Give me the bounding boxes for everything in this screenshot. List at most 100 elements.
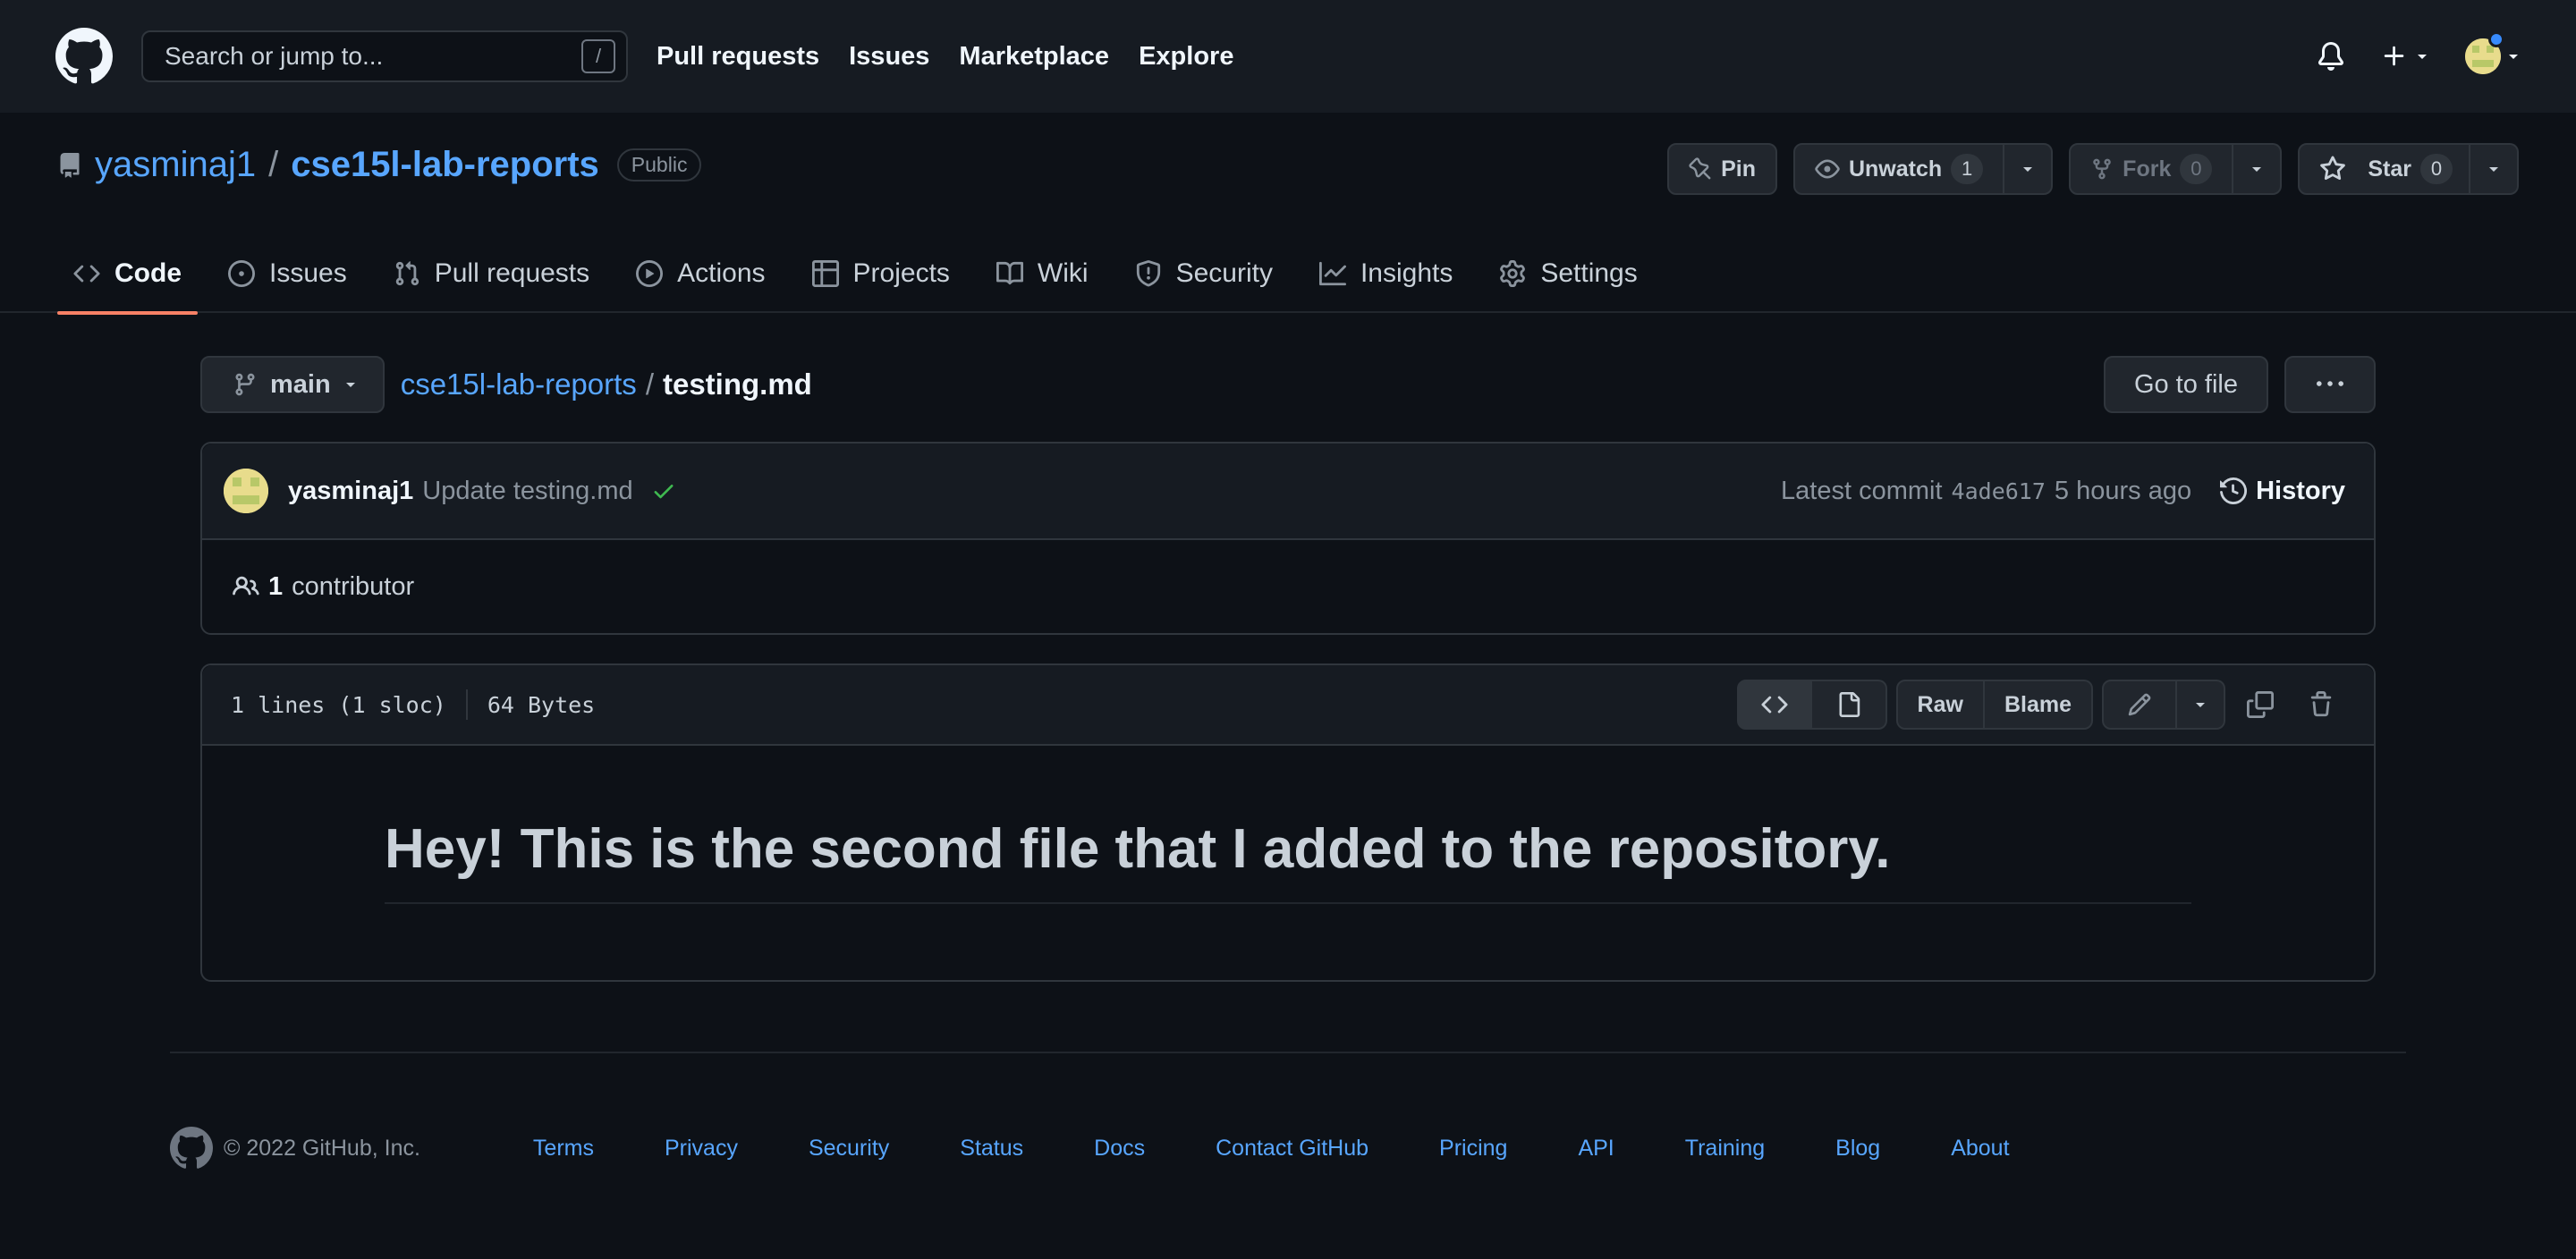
commit-meta: Latest commit 4ade617 5 hours ago Histor… [1781, 477, 2345, 506]
tab-security-label: Security [1175, 258, 1273, 288]
code-icon [73, 265, 100, 283]
commit-sha-link[interactable]: 4ade617 [1952, 478, 2046, 504]
edit-dropdown-button[interactable] [2177, 680, 2225, 730]
branch-icon [235, 373, 255, 396]
breadcrumb-repo-link[interactable]: cse15l-lab-reports [401, 368, 637, 401]
pin-button[interactable]: Pin [1667, 143, 1777, 195]
latest-commit-box: yasminaj1 Update testing.md Latest commi… [200, 442, 2376, 635]
footer-link-contact[interactable]: Contact GitHub [1216, 1136, 1368, 1162]
footer: © 2022 GitHub, Inc. Terms Privacy Securi… [170, 1052, 2406, 1169]
commit-author-link[interactable]: yasminaj1 [288, 477, 413, 506]
graph-icon [1318, 261, 1346, 286]
footer-link-blog[interactable]: Blog [1835, 1136, 1880, 1162]
footer-link-docs[interactable]: Docs [1094, 1136, 1145, 1162]
display-rendered-button[interactable] [1811, 680, 1887, 730]
watch-dropdown-button[interactable] [2004, 143, 2054, 195]
search-input[interactable]: Search or jump to... / [141, 30, 628, 82]
latest-commit-label: Latest commit [1781, 476, 1943, 505]
caret-down-icon [345, 383, 355, 387]
fork-dropdown-button[interactable] [2233, 143, 2283, 195]
footer-link-training[interactable]: Training [1685, 1136, 1765, 1162]
shield-icon [1136, 260, 1160, 287]
tab-actions-label: Actions [677, 258, 766, 288]
create-new-plus-icon[interactable] [2381, 43, 2429, 70]
book-icon [996, 261, 1023, 285]
tab-pull-requests-label: Pull requests [434, 258, 590, 288]
blame-button[interactable]: Blame [1984, 680, 2093, 730]
tab-code[interactable]: Code [57, 234, 198, 315]
footer-link-privacy[interactable]: Privacy [665, 1136, 738, 1162]
tab-wiki-label: Wiki [1037, 258, 1089, 288]
tab-pull-requests[interactable]: Pull requests [377, 234, 606, 313]
check-icon[interactable] [651, 478, 676, 503]
avatar[interactable] [224, 469, 268, 513]
fork-icon [2093, 158, 2111, 180]
footer-copyright: © 2022 GitHub, Inc. [170, 1127, 420, 1170]
edit-group [2102, 680, 2225, 730]
raw-button[interactable]: Raw [1895, 680, 1985, 730]
footer-link-pricing[interactable]: Pricing [1439, 1136, 1507, 1162]
tab-settings[interactable]: Settings [1483, 234, 1653, 313]
unwatch-button[interactable]: Unwatch 1 [1792, 143, 2005, 195]
star-icon [2320, 156, 2346, 181]
footer-link-security[interactable]: Security [809, 1136, 889, 1162]
branch-selector[interactable]: main [200, 356, 385, 413]
tab-actions[interactable]: Actions [620, 234, 781, 313]
nav-explore[interactable]: Explore [1139, 42, 1233, 72]
caret-down-icon [2509, 55, 2518, 59]
github-mark-icon [170, 1127, 213, 1169]
tab-security[interactable]: Security [1119, 234, 1289, 313]
visibility-badge: Public [616, 148, 702, 182]
people-icon [233, 576, 259, 596]
footer-link-about[interactable]: About [1951, 1136, 2009, 1162]
footer-link-terms[interactable]: Terms [533, 1136, 594, 1162]
delete-button[interactable] [2295, 680, 2347, 730]
path-actions: Go to file [2103, 356, 2376, 413]
nav-pull-requests[interactable]: Pull requests [657, 42, 819, 72]
footer-link-status[interactable]: Status [960, 1136, 1023, 1162]
display-source-button[interactable] [1736, 680, 1812, 730]
search-shortcut-key: / [581, 39, 615, 73]
star-button[interactable]: Star 0 [2298, 143, 2470, 195]
raw-blame-group: Raw Blame [1895, 680, 2093, 730]
repo-header: yasminaj1 / cse15l-lab-reports Public Pi… [0, 113, 2576, 315]
table-icon [811, 260, 839, 287]
tab-issues[interactable]: Issues [212, 234, 363, 313]
footer-link-api[interactable]: API [1578, 1136, 1614, 1162]
copy-button[interactable] [2234, 680, 2286, 730]
history-link[interactable]: History [2220, 477, 2345, 506]
repo-title: yasminaj1 / cse15l-lab-reports Public [57, 145, 702, 185]
tab-settings-label: Settings [1540, 258, 1638, 288]
bell-icon[interactable] [2317, 42, 2345, 71]
nav-issues[interactable]: Issues [849, 42, 929, 72]
star-group: Star 0 [2298, 143, 2519, 195]
caret-down-icon [2418, 55, 2427, 59]
pin-label: Pin [1721, 156, 1756, 182]
user-menu[interactable] [2465, 31, 2521, 74]
repo-tabs: Code Issues Pull requests Actions Projec… [57, 234, 1668, 315]
tab-wiki[interactable]: Wiki [980, 234, 1105, 313]
star-dropdown-button[interactable] [2470, 143, 2519, 195]
tab-projects[interactable]: Projects [796, 234, 966, 313]
file-line-count: 1 lines (1 sloc) [231, 691, 446, 718]
commit-message-link[interactable]: Update testing.md [422, 477, 632, 506]
fork-button[interactable]: Fork 0 [2069, 143, 2234, 195]
go-to-file-button[interactable]: Go to file [2103, 356, 2268, 413]
repo-owner-link[interactable]: yasminaj1 [95, 145, 256, 185]
nav-marketplace[interactable]: Marketplace [959, 42, 1109, 72]
tab-insights[interactable]: Insights [1303, 234, 1469, 313]
file-viewer: 1 lines (1 sloc) 64 Bytes Raw Blame Hey!… [200, 663, 2376, 982]
divider [465, 689, 468, 720]
global-nav: Pull requests Issues Marketplace Explore [657, 42, 1233, 72]
repo-actions: Pin Unwatch 1 Fork 0 Star 0 [1667, 143, 2519, 195]
github-logo-icon[interactable] [55, 28, 113, 85]
issue-icon [228, 260, 255, 287]
repo-name-link[interactable]: cse15l-lab-reports [291, 145, 599, 185]
more-options-button[interactable] [2284, 356, 2376, 413]
contributor-count: 1 [268, 571, 284, 601]
edit-button[interactable] [2102, 680, 2177, 730]
file-header: 1 lines (1 sloc) 64 Bytes Raw Blame [202, 665, 2374, 746]
contributors-row[interactable]: 1 contributor [202, 540, 2374, 633]
unwatch-label: Unwatch [1848, 156, 1943, 182]
star-label: Star [2368, 156, 2411, 182]
